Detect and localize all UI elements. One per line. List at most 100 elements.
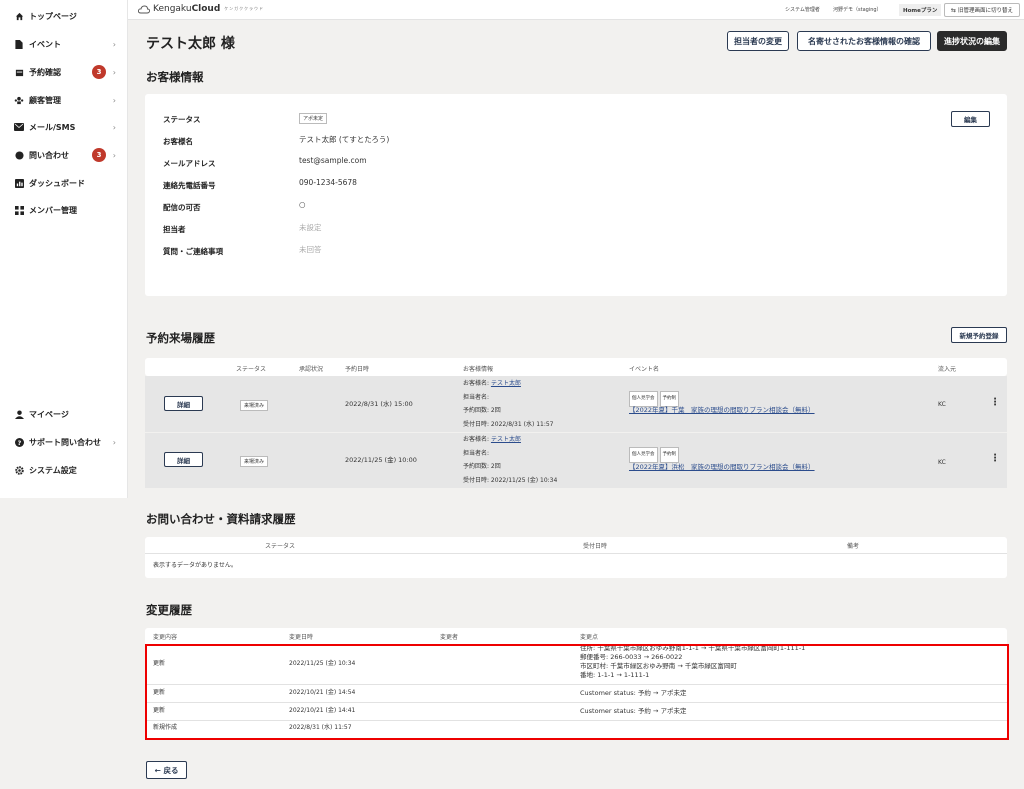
status-badge: アポ未定	[299, 113, 328, 124]
chevron-right-icon: ›	[112, 39, 116, 49]
col-datetime: 予約日時	[345, 366, 370, 373]
status-label: ステータス	[163, 115, 201, 124]
merged-info-button[interactable]: 名寄せされたお客様情報の確認	[797, 31, 931, 51]
col-status: ステータス	[265, 543, 296, 550]
notification-badge: 3	[92, 148, 106, 162]
delivery-label: 配信の可否	[163, 203, 201, 212]
reservation-datetime: 2022/11/25 (金) 10:00	[345, 456, 417, 464]
grid-icon	[14, 205, 24, 215]
col-received: 受付日時	[583, 543, 608, 550]
customer-name-line: お客様名: テスト太郎	[463, 434, 521, 446]
col-notes: 備考	[847, 543, 860, 550]
col-change-points: 変更点	[580, 634, 599, 641]
name-label: お客様名	[163, 137, 193, 146]
change-staff-button[interactable]: 担当者の変更	[727, 31, 789, 51]
chart-icon	[14, 178, 24, 188]
edit-progress-button[interactable]: 進捗状況の編集	[937, 31, 1007, 51]
phone-value: 090-1234-5678	[299, 178, 357, 187]
detail-button[interactable]: 詳細	[164, 452, 203, 467]
received-datetime: 受付日時: 2022/11/25 (金) 10:34	[463, 477, 558, 484]
customer-name-link[interactable]: テスト太郎	[491, 436, 521, 443]
question-label: 質問・ご連絡事項	[163, 247, 223, 256]
col-change-date: 変更日時	[289, 634, 314, 641]
sidebar-item-label: メール/SMS	[29, 122, 76, 132]
event-link[interactable]: 【2022年夏】千葉 家族の理想の間取りプラン相談会（無料）	[629, 404, 815, 416]
top-header: Kengaku Cloud ケンガククラウド システム管理者 河野デモ（stagi…	[128, 0, 1024, 20]
sidebar-item-label: イベント	[29, 39, 61, 49]
col-source: 流入元	[938, 366, 957, 373]
email-value: test@sample.com	[299, 156, 367, 165]
sidebar-item-mypage[interactable]: マイページ	[0, 404, 128, 424]
col-approval: 承認状況	[299, 366, 324, 373]
users-icon	[14, 95, 24, 105]
plan-badge: Homeプラン	[899, 4, 942, 16]
phone-label: 連絡先電話番号	[163, 181, 216, 190]
user-role: システム管理者	[785, 7, 820, 13]
sidebar-item-label: サポート問い合わせ	[29, 437, 101, 447]
sidebar-item-reservations[interactable]: 予約確認 3 ›	[0, 62, 128, 82]
sidebar-item-label: 予約確認	[29, 67, 61, 77]
chevron-right-icon: ›	[112, 95, 116, 105]
app-logo[interactable]: Kengaku Cloud ケンガククラウド	[138, 4, 264, 14]
chevron-right-icon: ›	[112, 150, 116, 160]
help-icon: ?	[14, 437, 24, 447]
received-datetime: 受付日時: 2022/8/31 (水) 11:57	[463, 421, 554, 428]
visit-status-badge: 来場済み	[240, 400, 269, 411]
staff-name: 担当者名:	[463, 394, 490, 401]
sidebar-item-label: 問い合わせ	[29, 150, 69, 160]
notification-badge: 3	[92, 65, 106, 79]
customer-name-link[interactable]: テスト太郎	[491, 380, 521, 387]
edit-button[interactable]: 編集	[951, 111, 990, 127]
sidebar-item-members[interactable]: メンバー管理	[0, 200, 128, 220]
sidebar-item-label: マイページ	[29, 409, 69, 419]
chevron-right-icon: ›	[112, 122, 116, 132]
switch-icon: ⇆	[950, 6, 956, 14]
logo-subtext: ケンガククラウド	[224, 6, 265, 11]
switch-legacy-button[interactable]: ⇆ 旧管理画面に切り替え	[944, 3, 1020, 17]
sidebar-item-mail[interactable]: メール/SMS ›	[0, 117, 128, 137]
customer-info-title: お客様情報	[146, 70, 204, 84]
delivery-value: ○	[299, 200, 306, 209]
sidebar-item-support[interactable]: ? サポート問い合わせ ›	[0, 432, 128, 452]
source-value: KC	[938, 459, 946, 466]
sidebar-item-event[interactable]: イベント ›	[0, 34, 128, 54]
more-menu-icon[interactable]: ⋮	[990, 397, 1000, 409]
calendar-icon	[14, 67, 24, 77]
col-event: イベント名	[629, 366, 660, 373]
change-history-title: 変更履歴	[146, 603, 192, 617]
reservation-count: 予約回数: 2回	[463, 407, 501, 414]
svg-text:?: ?	[17, 440, 21, 447]
chevron-right-icon: ›	[112, 67, 116, 77]
chat-icon	[14, 150, 24, 160]
reservation-history-title: 予約来場履歴	[146, 331, 215, 345]
customer-info-card	[145, 94, 1007, 296]
sidebar-item-settings[interactable]: システム設定	[0, 460, 128, 480]
sidebar-item-label: ダッシュボード	[29, 178, 85, 188]
divider	[145, 553, 1007, 554]
source-value: KC	[938, 401, 946, 408]
sidebar-item-inquiries[interactable]: 問い合わせ 3 ›	[0, 145, 128, 165]
sidebar-item-label: 顧客管理	[29, 95, 61, 105]
sidebar-item-dashboard[interactable]: ダッシュボード	[0, 173, 128, 193]
customer-name-label: お客様名:	[463, 380, 491, 387]
staff-label: 担当者	[163, 225, 186, 234]
sidebar-item-customers[interactable]: 顧客管理 ›	[0, 90, 128, 110]
col-changed-by: 変更者	[440, 634, 459, 641]
question-value: 未回答	[299, 245, 322, 254]
sidebar-item-label: トップページ	[29, 11, 77, 21]
sidebar-item-top[interactable]: トップページ	[0, 6, 128, 26]
customer-name-line: お客様名: テスト太郎	[463, 378, 521, 390]
name-value: テスト太郎 (てすとたろう)	[299, 135, 390, 144]
col-change-type: 変更内容	[153, 634, 178, 641]
mail-icon	[14, 122, 24, 132]
user-name: 河野デモ（staging）	[833, 7, 882, 13]
new-reservation-button[interactable]: 新規予約登録	[951, 327, 1007, 343]
col-status: ステータス	[236, 366, 267, 373]
event-link[interactable]: 【2022年夏】浜松 家族の理想の間取りプラン相談会（無料）	[629, 461, 815, 473]
reservation-table-header	[145, 358, 1007, 376]
gear-icon	[14, 465, 24, 475]
detail-button[interactable]: 詳細	[164, 396, 203, 411]
more-menu-icon[interactable]: ⋮	[990, 453, 1000, 465]
back-button[interactable]: ← 戻る	[146, 761, 187, 779]
email-label: メールアドレス	[163, 159, 216, 168]
